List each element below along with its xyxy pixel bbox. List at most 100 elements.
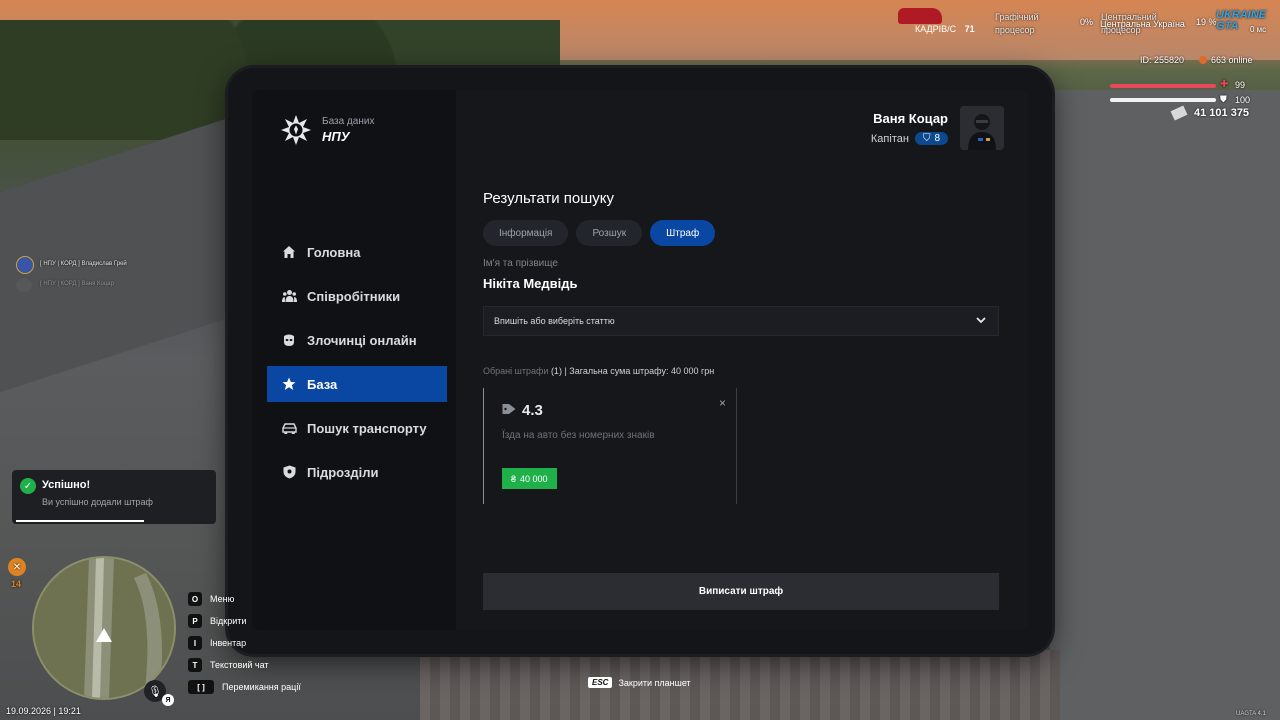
chat-avatar [16, 278, 32, 292]
toast-text: Ви успішно додали штраф [42, 497, 153, 507]
online-count: 663 online [1211, 55, 1253, 65]
date-time: 19.09.2026 | 19:21 [6, 706, 81, 716]
name-value: Нікіта Медвідь [483, 276, 578, 291]
hotkey-item: T Текстовий чат [188, 654, 301, 676]
online-icon [1199, 56, 1207, 64]
name-label: Ім'я та прізвище [483, 258, 558, 269]
sidebar-item-criminals[interactable]: Злочинці онлайн [267, 322, 447, 358]
issue-fine-button[interactable]: Виписати штраф [483, 573, 999, 610]
summary-label: Обрані штрафи [483, 366, 549, 376]
armor-icon: ⛊ [1220, 94, 1227, 104]
hotkey-item: [ ] Перемикання рації [188, 676, 301, 698]
hunger-value: 14 [11, 579, 22, 589]
money-value: 41 101 375 [1194, 107, 1250, 119]
chat-avatar [16, 256, 34, 274]
sidebar-item-label: Підрозділи [307, 464, 379, 480]
result-tabs: Інформація Розшук Штраф [483, 220, 716, 246]
article-select-placeholder: Впишіть або виберіть статтю [494, 316, 615, 326]
voice-key: Я [162, 694, 174, 706]
close-tablet-label: Закрити планшет [618, 677, 691, 688]
sidebar-item-label: Головна [307, 244, 361, 260]
hotkey-key: I [188, 636, 202, 650]
tab-info[interactable]: Інформація [483, 220, 569, 246]
minimap[interactable] [32, 556, 176, 700]
hotkey-key: T [188, 658, 202, 672]
gpu-label: Графічний процесор [995, 12, 1039, 35]
shield-icon [281, 464, 297, 480]
check-icon: ✓ [20, 478, 36, 494]
chevron-down-icon [976, 316, 986, 326]
build-version: UAGTA 4.1 [1236, 711, 1266, 717]
people-icon [281, 288, 297, 304]
close-tablet-hint: ESC Закрити планшет [588, 677, 691, 688]
car-icon [898, 8, 942, 24]
tab-wanted[interactable]: Розшук [576, 220, 643, 246]
brand: База даних НПУ [280, 114, 374, 146]
fine-card: 4.3 × Їзда на авто без номерних знаків ₴… [483, 388, 737, 504]
hotkey-item: I Інвентар [188, 632, 301, 654]
chat-line: [ НПУ | КОРД ] Владислав Грей [40, 261, 127, 267]
article-select[interactable]: Впишіть або виберіть статтю [483, 306, 999, 336]
fine-description: Їзда на авто без номерних знаків [502, 430, 655, 441]
hotkey-key: [ ] [188, 680, 214, 694]
armor-bar [1110, 98, 1216, 102]
star-icon [281, 376, 297, 392]
hotkey-label: Текстовий чат [210, 660, 269, 670]
hotkey-label: Перемикання рації [222, 682, 301, 692]
summary-count: (1) [550, 366, 562, 376]
fine-article: 4.3 [522, 402, 543, 419]
sidebar-item-units[interactable]: Підрозділи [267, 454, 447, 490]
background-road [0, 107, 260, 393]
fine-amount-badge: ₴ 40 000 [502, 468, 557, 489]
user-name: Ваня Коцар [873, 111, 948, 126]
sidebar-item-employees[interactable]: Співробітники [267, 278, 447, 314]
hotkey-label: Відкрити [210, 616, 247, 626]
health-value: 99 [1235, 80, 1246, 90]
percent-right: 19 % [1196, 17, 1217, 27]
fines-summary: Обрані штрафи (1) | Загальна сума штрафу… [483, 366, 714, 376]
sidebar-item-label: Пошук транспорту [307, 420, 427, 436]
hotkey-key: O [188, 592, 202, 606]
brand-title: НПУ [322, 129, 350, 144]
sidebar-item-label: База [307, 376, 338, 392]
brand-subtitle: База даних [322, 116, 375, 127]
percent-left: 0% [1080, 17, 1094, 27]
sidebar-item-database[interactable]: База [267, 366, 447, 402]
heart-icon: ✚ [1220, 79, 1229, 90]
hotkey-label: Інвентар [210, 638, 247, 648]
tab-fine[interactable]: Штраф [650, 220, 716, 246]
tag-icon [502, 402, 516, 419]
hotkey-key: P [188, 614, 202, 628]
close-icon[interactable]: × [719, 396, 726, 410]
hunger-icon: ✕ [8, 558, 26, 576]
armor-value: 100 [1235, 95, 1251, 105]
toast-progress [16, 520, 144, 522]
success-toast: ✓ Успішно! Ви успішно додали штраф [12, 470, 216, 524]
user-header: Ваня Коцар Капітан ⛉ 8 [871, 106, 1004, 150]
rank-level: 8 [934, 133, 940, 144]
tablet-screen: База даних НПУ Головна Співробітники Зло… [252, 90, 1028, 630]
sidebar: База даних НПУ Головна Співробітники Зло… [252, 90, 456, 630]
badge-icon: ⛉ [922, 133, 931, 144]
sidebar-item-vehicle-search[interactable]: Пошук транспорту [267, 410, 447, 446]
sidebar-item-label: Співробітники [307, 288, 401, 304]
sidebar-item-label: Злочинці онлайн [307, 332, 417, 348]
player-id: ID: 255820 [1140, 55, 1185, 65]
hryvnia-icon: ₴ [511, 473, 517, 484]
hotkey-list: O Меню P Відкрити I Інвентар T Текстовий чат… [188, 588, 301, 698]
background-track [420, 650, 1060, 720]
police-badge-icon [280, 114, 312, 146]
toast-title: Успішно! [42, 479, 91, 491]
main-content: Ваня Коцар Капітан ⛉ 8 Результати пошуку… [456, 90, 1028, 630]
sidebar-item-home[interactable]: Головна [267, 234, 447, 270]
results-title: Результати пошуку [483, 190, 614, 207]
car-icon [281, 420, 297, 436]
home-icon [281, 244, 297, 260]
user-rank: Капітан [870, 132, 909, 145]
region-label: Центральна Україна [1100, 19, 1185, 29]
hotkey-item: P Відкрити [188, 610, 301, 632]
fine-amount: 40 000 [520, 473, 548, 484]
esc-key[interactable]: ESC [588, 677, 613, 688]
fps-label: КАДРІВ/С [915, 24, 957, 34]
police-tablet: База даних НПУ Головна Співробітники Зло… [228, 68, 1052, 654]
